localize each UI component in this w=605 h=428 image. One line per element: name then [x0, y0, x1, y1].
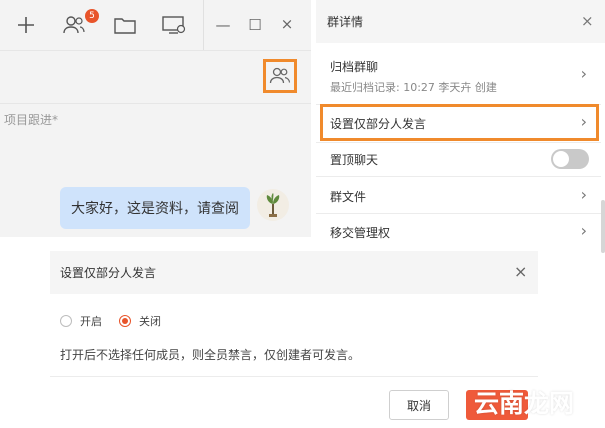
partial-speak-label: 设置仅部分人发言: [330, 117, 427, 131]
group-members-button[interactable]: [263, 59, 297, 93]
transfer-admin-row[interactable]: 移交管理权 ›: [316, 221, 601, 242]
unread-badge: 5: [85, 9, 99, 23]
divider: [0, 50, 311, 51]
close-panel-button[interactable]: ×: [581, 12, 594, 30]
chevron-right-icon: ›: [580, 185, 587, 204]
avatar[interactable]: [257, 189, 289, 221]
archive-group-row[interactable]: 归档群聊 最近归档记录: 10:27 李天卉 创建 ›: [316, 58, 601, 98]
divider: [316, 142, 601, 143]
divider: [0, 103, 311, 104]
radio-disable-label[interactable]: 关闭: [139, 313, 161, 329]
transfer-admin-label: 移交管理权: [330, 226, 391, 240]
members-icon: [269, 67, 291, 84]
project-hint: 项目跟进*: [4, 113, 59, 127]
minimize-button[interactable]: —: [213, 15, 233, 35]
radio-enable[interactable]: [60, 315, 72, 327]
radio-enable-label[interactable]: 开启: [80, 313, 102, 329]
dialog-title: 设置仅部分人发言: [60, 266, 157, 280]
plus-icon[interactable]: [12, 11, 40, 39]
dialog-description: 打开后不选择任何成员，则全员禁言，仅创建者可发言。: [60, 348, 361, 362]
folder-icon[interactable]: [111, 11, 139, 39]
screen-share-icon[interactable]: [160, 11, 188, 39]
toggle-knob: [553, 151, 569, 167]
toolbar-divider: [203, 0, 204, 50]
divider: [50, 376, 538, 377]
chevron-right-icon: ›: [580, 112, 587, 131]
radio-disable[interactable]: [119, 315, 131, 327]
scrollbar[interactable]: [601, 200, 605, 253]
partial-speak-content: 设置仅部分人发言 ›: [316, 112, 601, 133]
chevron-right-icon: ›: [580, 221, 587, 240]
maximize-button[interactable]: ☐: [245, 15, 265, 35]
close-window-button[interactable]: ×: [277, 14, 297, 34]
chevron-right-icon: ›: [580, 64, 587, 83]
archive-label: 归档群聊: [330, 60, 379, 74]
divider: [316, 213, 601, 214]
divider: [316, 176, 601, 177]
close-dialog-button[interactable]: ×: [514, 262, 527, 281]
group-files-label: 群文件: [330, 190, 367, 204]
archive-record: 最近归档记录: 10:27 李天卉 创建: [330, 81, 497, 94]
contacts-icon[interactable]: [60, 11, 88, 39]
plant-icon: [266, 193, 280, 217]
pin-chat-toggle[interactable]: [551, 149, 589, 169]
chat-message-bubble[interactable]: 大家好，这是资料，请查阅: [60, 187, 250, 229]
chat-toolbar: 5 — ☐ ×: [0, 0, 311, 50]
cancel-button[interactable]: 取消: [389, 390, 449, 420]
group-details-title: 群详情: [327, 15, 364, 29]
watermark: 云南龙网: [474, 389, 575, 418]
group-files-row[interactable]: 群文件 ›: [316, 185, 601, 206]
